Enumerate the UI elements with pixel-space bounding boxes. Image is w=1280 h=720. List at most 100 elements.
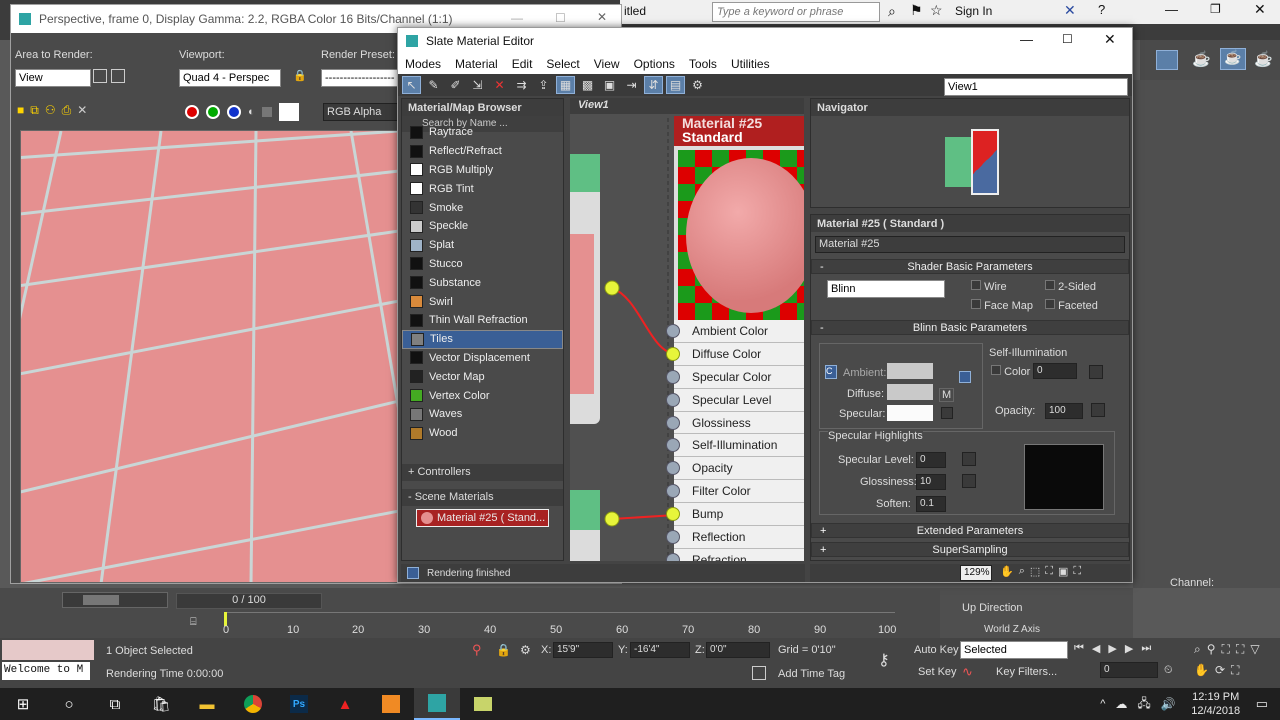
close-icon[interactable]: ✕ [1254,1,1266,18]
pan-icon[interactable]: ✋ [1000,565,1014,578]
slot-specular-color[interactable]: Specular Color [666,365,804,389]
slot-reflection[interactable]: Reflection [666,526,804,549]
delete-icon[interactable]: ✕ [490,76,509,94]
diffuse-map-button[interactable]: M [939,388,955,402]
shader-dropdown[interactable]: Blinn [827,280,945,298]
slot-diffuse[interactable]: Diffuse Color [666,342,804,366]
hide-unused-icon[interactable]: ⇪ [534,76,553,94]
blue-channel-icon[interactable] [227,105,241,119]
glossiness-spinner[interactable]: 10 [916,474,946,490]
list-item[interactable]: Substance [402,273,563,292]
socket-icon[interactable] [666,461,680,476]
two-sided-checkbox[interactable]: 2-Sided [1045,280,1096,293]
maxscript-listener[interactable] [2,640,94,660]
list-item[interactable]: RGB Multiply [402,161,563,180]
socket-icon[interactable] [666,438,680,453]
teapot-icon[interactable]: ☕ [1192,50,1211,68]
y-coordinate[interactable]: -16'4" [630,642,690,658]
list-item[interactable]: Vector Displacement [402,349,563,368]
go-end-icon[interactable]: ⏭ [1141,642,1151,655]
mono-icon[interactable] [261,107,272,117]
menu-select[interactable]: Select [539,57,586,71]
store-icon[interactable]: 🛍 [138,688,184,720]
menu-options[interactable]: Options [627,57,682,71]
add-time-tag[interactable]: Add Time Tag [778,668,845,680]
scene-material-item[interactable]: Material #25 ( Stand... [416,509,549,527]
tray-chevron-icon[interactable]: ^ [1100,698,1105,710]
isolate-icon[interactable]: ⚲ [472,642,482,658]
alpha-icon[interactable]: ◐ [248,106,255,118]
list-item[interactable]: Splat [402,236,563,255]
menu-material[interactable]: Material [448,57,505,71]
scene-materials-group[interactable]: - Scene Materials [402,489,563,506]
socket-icon[interactable] [666,324,680,338]
notes-icon[interactable] [460,688,506,720]
curve-editor-icon[interactable]: ⌸ [190,616,197,629]
lock-icon[interactable]: 🔒 [293,69,307,82]
play-icon[interactable]: ▶ [1108,642,1116,655]
socket-icon[interactable] [666,484,680,499]
socket-icon[interactable] [666,530,680,545]
assign-material-icon[interactable]: ⇲ [468,76,487,94]
controllers-group[interactable]: + Controllers [402,464,563,481]
pan-to-selected-icon[interactable]: ⛶ [1073,565,1081,578]
zoom-icon[interactable]: ⌕ [1194,642,1201,657]
zoom-region-icon[interactable]: ⬚ [1030,565,1040,578]
go-start-icon[interactable]: ⏮ [1074,642,1084,655]
wire-checkbox[interactable]: Wire [971,280,1007,293]
area-region-icon[interactable] [111,69,125,83]
slot-bump[interactable]: Bump [666,503,804,527]
show-map-icon[interactable]: ▦ [556,76,575,94]
onedrive-icon[interactable]: ☁ [1115,697,1127,711]
render-icon[interactable]: ☕ [1254,50,1273,68]
area-lock-icon[interactable] [93,69,107,83]
time-tag-icon[interactable] [752,666,766,680]
user-icon[interactable]: ⚑ [910,2,923,19]
pan-icon[interactable]: ✋ [1194,663,1209,678]
render-map-icon[interactable]: ⚙ [688,76,707,94]
slot-self-illumination[interactable]: Self-Illumination [666,434,804,458]
area-dropdown[interactable]: View [15,69,91,87]
red-channel-icon[interactable] [185,105,199,119]
list-item[interactable]: Speckle [402,217,563,236]
zoom-extents-all-icon[interactable]: ⛶ [1236,642,1244,657]
zoom-icon[interactable]: ⌕ [1019,565,1025,578]
list-item[interactable]: RGB Tint [402,179,563,198]
zoom-all-icon[interactable]: ⚲ [1207,642,1216,657]
select-by-material-icon[interactable]: ▤ [666,76,685,94]
restore-icon[interactable]: ❐ [1210,2,1221,16]
fov-icon[interactable]: ▽ [1250,642,1259,657]
binoculars-icon[interactable]: ⌕ [888,3,896,20]
select-tool-icon[interactable]: ↖ [402,76,421,94]
render-teapot-icon[interactable]: ☕ [1220,48,1246,70]
clone-icon[interactable]: ⚇ [45,103,56,118]
list-item[interactable]: Thin Wall Refraction [402,311,563,330]
ambient-swatch[interactable] [887,363,933,379]
network-icon[interactable]: 🖧 [1137,694,1150,715]
world-z-radio[interactable]: World Z Axis [984,624,1040,635]
set-key-button[interactable]: Set Key [918,666,957,678]
socket-icon[interactable] [666,415,680,430]
key-filters-button[interactable]: Key Filters... [996,666,1057,678]
faceted-checkbox[interactable]: Faceted [1045,299,1098,312]
star-icon[interactable]: ☆ [930,2,943,19]
list-item[interactable]: Stucco [402,255,563,274]
shader-rollout[interactable]: - Shader Basic Parameters [811,259,1129,274]
self-illum-spinner[interactable]: 0 [1033,363,1077,379]
scroll-thumb[interactable] [83,595,119,605]
frame-minimize-icon[interactable]: — [511,11,523,25]
list-item[interactable]: Vector Map [402,367,563,386]
viewport-dropdown[interactable]: Quad 4 - Perspec [179,69,281,87]
navigator-minimap[interactable] [945,137,971,187]
diffuse-swatch[interactable] [887,384,933,400]
socket-connected-icon[interactable] [666,346,680,361]
clear-icon[interactable]: ✕ [77,103,87,118]
slot-filter-color[interactable]: Filter Color [666,480,804,504]
layout-children-icon[interactable]: ⇥ [622,76,641,94]
viewport-scrollbar[interactable] [62,592,168,608]
supersampling-rollout[interactable]: + SuperSampling [811,542,1129,557]
navigator-viewport-box[interactable] [971,129,999,195]
frame-maximize-icon[interactable]: ☐ [555,11,566,25]
auto-key-button[interactable]: Auto Key [914,644,959,656]
socket-icon[interactable] [666,392,680,407]
